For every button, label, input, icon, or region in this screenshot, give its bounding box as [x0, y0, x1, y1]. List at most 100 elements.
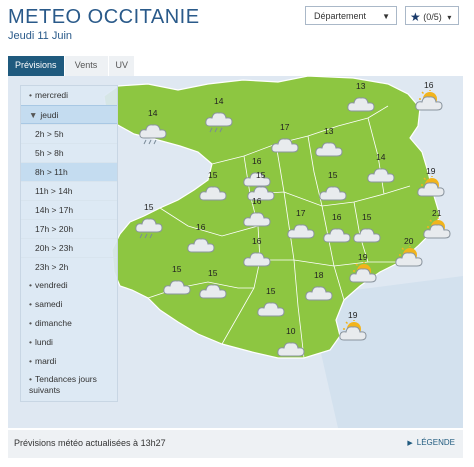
menu-day-dimanche[interactable]: • dimanche	[21, 314, 117, 333]
forecast-temperature: 20	[404, 236, 414, 246]
chevron-down-icon: ▾	[447, 13, 452, 22]
forecast-marker[interactable]: 13	[346, 81, 380, 119]
time-menu: • mercredi ▼ jeudi 2h > 5h 5h > 8h 8h > 11…	[20, 85, 118, 402]
forecast-marker[interactable]: 16	[186, 222, 220, 260]
forecast-temperature: 15	[266, 286, 276, 296]
forecast-marker[interactable]: 16	[322, 212, 356, 250]
forecast-temperature: 13	[324, 126, 334, 136]
menu-day-mercredi[interactable]: • mercredi	[21, 86, 117, 105]
app-root: METEO OCCITANIE Jeudi 11 Juin Départemen…	[0, 0, 474, 467]
cloud-icon	[276, 336, 306, 369]
cloud-icon	[304, 280, 334, 313]
forecast-temperature: 15	[208, 268, 218, 278]
chevron-down-icon: ▼	[382, 12, 390, 21]
forecast-temperature: 17	[280, 122, 290, 132]
forecast-temperature: 15	[208, 170, 218, 180]
forecast-temperature: 18	[314, 270, 324, 280]
forecast-temperature: 16	[196, 222, 206, 232]
forecast-marker[interactable]: 17	[286, 208, 320, 246]
forecast-marker[interactable]: 13	[314, 126, 348, 164]
cloud-icon	[346, 91, 376, 124]
forecast-marker[interactable]: 15	[256, 286, 290, 324]
cloud-icon	[162, 274, 192, 307]
update-text: Prévisions météo actualisées à 13h27	[14, 438, 166, 448]
forecast-temperature: 14	[148, 108, 158, 118]
forecast-marker[interactable]: 16	[414, 80, 448, 118]
tab-vents[interactable]: Vents	[64, 56, 109, 76]
forecast-marker[interactable]: 19	[338, 310, 372, 348]
cloud-icon	[198, 180, 228, 213]
forecast-marker[interactable]: 15	[352, 212, 386, 250]
menu-slot[interactable]: 14h > 17h	[21, 200, 117, 219]
play-icon: ▶	[407, 440, 413, 447]
forecast-temperature: 16	[252, 196, 262, 206]
forecast-marker[interactable]: 18	[304, 270, 338, 308]
forecast-tabs: Prévisions Vents UV	[8, 56, 135, 76]
forecast-temperature: 16	[252, 236, 262, 246]
cloud-icon	[256, 296, 286, 329]
menu-slot-active[interactable]: 8h > 11h	[21, 162, 117, 181]
tab-uv[interactable]: UV	[108, 56, 135, 76]
forecast-marker[interactable]: 17	[270, 122, 304, 160]
weather-map[interactable]: • mercredi ▼ jeudi 2h > 5h 5h > 8h 8h > 11…	[8, 76, 463, 428]
forecast-marker[interactable]: 14	[138, 108, 172, 146]
star-icon: ★	[410, 10, 421, 24]
legend-link[interactable]: ▶ LÉGENDE	[407, 438, 455, 447]
cloud-icon	[314, 136, 344, 169]
forecast-marker[interactable]: 15	[162, 264, 196, 302]
forecast-marker[interactable]: 16	[242, 236, 276, 274]
forecast-marker[interactable]: 19	[348, 252, 382, 290]
sun-cloud-icon	[338, 319, 368, 353]
footer-bar: Prévisions météo actualisées à 13h27 ▶ LÉ…	[8, 430, 463, 458]
cloud-icon	[198, 278, 228, 311]
department-select-label: Département	[314, 11, 367, 21]
rain-cloud-icon	[134, 212, 164, 245]
favorites-button[interactable]: ★ (0/5) ▾	[405, 6, 459, 25]
sun-cloud-icon	[416, 175, 446, 209]
menu-slot[interactable]: 11h > 14h	[21, 181, 117, 200]
forecast-temperature: 19	[348, 310, 358, 320]
forecast-marker[interactable]: 15	[318, 170, 352, 208]
menu-day-mardi[interactable]: • mardi	[21, 352, 117, 371]
menu-day-samedi[interactable]: • samedi	[21, 295, 117, 314]
menu-day-lundi[interactable]: • lundi	[21, 333, 117, 352]
menu-day-vendredi[interactable]: • vendredi	[21, 276, 117, 295]
forecast-temperature: 13	[356, 81, 366, 91]
menu-slot[interactable]: 23h > 2h	[21, 257, 117, 276]
forecast-date: Jeudi 11 Juin	[8, 30, 73, 42]
forecast-temperature: 17	[296, 208, 306, 218]
forecast-temperature: 15	[328, 170, 338, 180]
menu-trends[interactable]: • Tendances jours suivants	[21, 371, 117, 401]
department-select[interactable]: Département ▼	[305, 6, 397, 25]
cloud-icon	[242, 246, 272, 279]
forecast-marker[interactable]: 14	[366, 152, 400, 190]
forecast-temperature: 10	[286, 326, 296, 336]
cloud-icon	[186, 232, 216, 265]
menu-day-jeudi[interactable]: ▼ jeudi	[21, 105, 117, 124]
sun-cloud-icon	[348, 261, 378, 295]
cloud-icon	[322, 222, 352, 255]
forecast-marker[interactable]: 14	[204, 96, 238, 134]
forecast-marker[interactable]: 15	[198, 170, 232, 208]
forecast-temperature: 15	[362, 212, 372, 222]
cloud-icon	[286, 218, 316, 251]
menu-slot[interactable]: 17h > 20h	[21, 219, 117, 238]
triangle-down-icon: ▼	[29, 110, 38, 120]
forecast-temperature: 16	[332, 212, 342, 222]
forecast-temperature: 16	[252, 156, 262, 166]
menu-slot[interactable]: 5h > 8h	[21, 143, 117, 162]
forecast-temperature: 19	[426, 166, 436, 176]
sun-cloud-icon	[414, 89, 444, 123]
tab-previsions[interactable]: Prévisions	[8, 56, 65, 76]
forecast-marker[interactable]: 15	[134, 202, 168, 240]
forecast-marker[interactable]: 15	[198, 268, 232, 306]
forecast-temperature: 15	[256, 170, 266, 180]
forecast-marker[interactable]: 19	[416, 166, 450, 204]
forecast-marker[interactable]: 20	[394, 236, 428, 274]
menu-slot[interactable]: 20h > 23h	[21, 238, 117, 257]
forecast-marker[interactable]: 16	[242, 196, 276, 234]
forecast-marker[interactable]: 10	[276, 326, 310, 364]
menu-slot[interactable]: 2h > 5h	[21, 124, 117, 143]
forecast-temperature: 16	[424, 80, 434, 90]
forecast-temperature: 14	[376, 152, 386, 162]
